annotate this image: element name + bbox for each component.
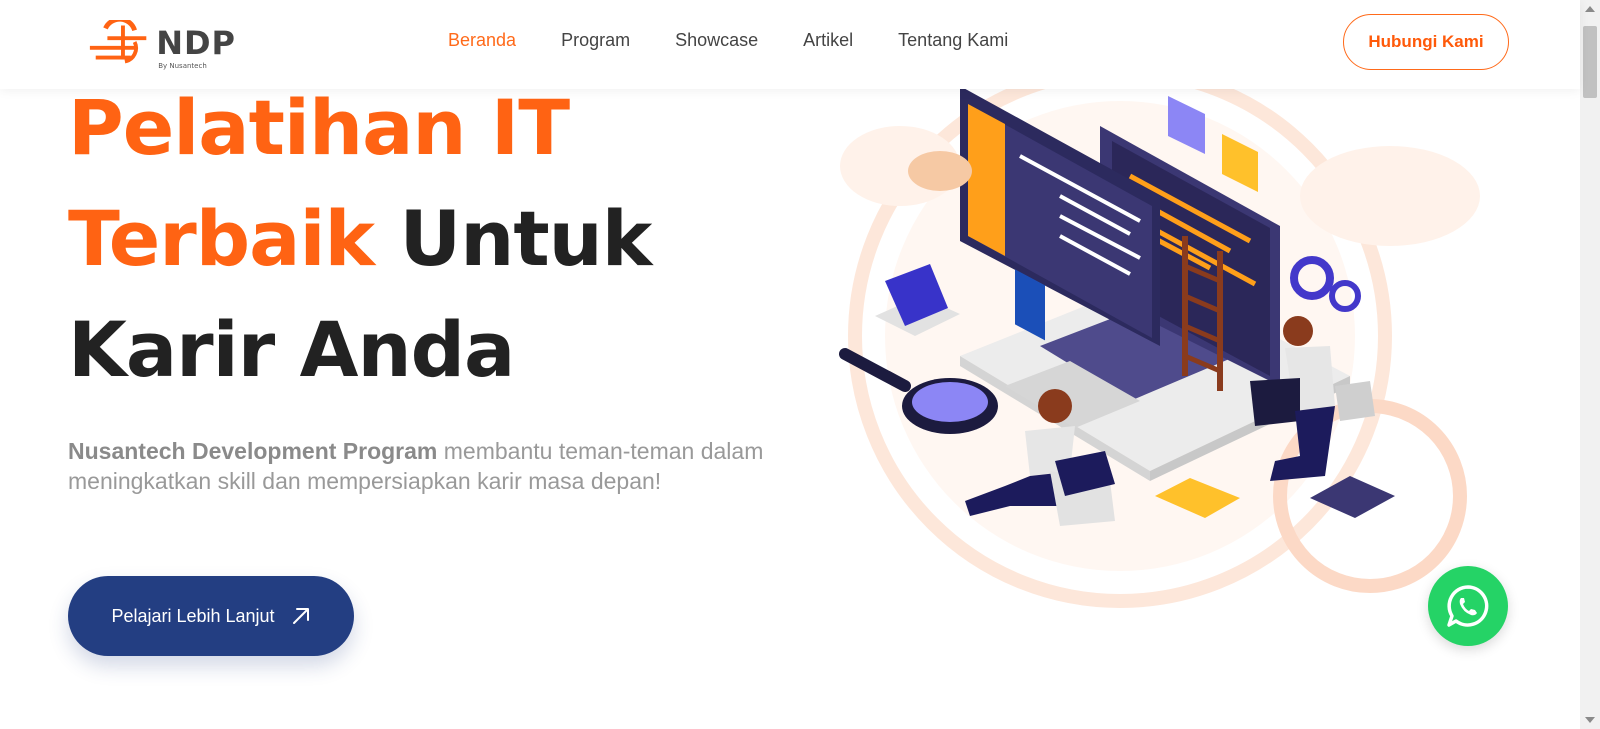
contact-button[interactable]: Hubungi Kami bbox=[1343, 14, 1509, 70]
nav-item-program[interactable]: Program bbox=[561, 30, 630, 51]
hero-title-accent: Terbaik bbox=[68, 194, 375, 283]
whatsapp-icon bbox=[1447, 585, 1489, 627]
nav-item-beranda[interactable]: Beranda bbox=[448, 30, 516, 51]
page-scrollbar[interactable] bbox=[1580, 0, 1600, 729]
scroll-thumb[interactable] bbox=[1583, 26, 1597, 98]
whatsapp-button[interactable] bbox=[1428, 566, 1508, 646]
hero-title-rest: Untuk bbox=[399, 194, 653, 283]
hero-title-line-2: Terbaik Untuk bbox=[68, 183, 788, 294]
nav-item-tentang-kami[interactable]: Tentang Kami bbox=[898, 30, 1008, 51]
main-nav: Beranda Program Showcase Artikel Tentang… bbox=[448, 30, 1053, 51]
scroll-down-arrow-icon[interactable] bbox=[1585, 717, 1595, 723]
laptop-coding-team-illustration bbox=[839, 86, 1480, 608]
logo-wordmark: NDP bbox=[156, 24, 236, 62]
learn-more-button[interactable]: Pelajari Lebih Lanjut bbox=[68, 576, 354, 656]
site-logo[interactable]: NDP By Nusantech bbox=[86, 18, 236, 70]
learn-more-label: Pelajari Lebih Lanjut bbox=[111, 605, 275, 626]
scroll-up-arrow-icon[interactable] bbox=[1585, 6, 1595, 12]
logo-tagline: By Nusantech bbox=[158, 62, 207, 70]
hero-title-line-3: Karir Anda bbox=[68, 305, 515, 394]
hero-description: Nusantech Development Program membantu t… bbox=[68, 436, 778, 496]
nav-item-artikel[interactable]: Artikel bbox=[803, 30, 853, 51]
nav-item-showcase[interactable]: Showcase bbox=[675, 30, 758, 51]
hero-description-program: Nusantech Development Program bbox=[68, 438, 438, 464]
site-header: NDP By Nusantech Beranda Program Showcas… bbox=[0, 0, 1580, 89]
hero-title: Pelatihan IT Terbaik Untuk Karir Anda bbox=[68, 72, 788, 405]
ndp-logo-icon bbox=[89, 20, 147, 64]
arrow-up-right-icon bbox=[292, 608, 309, 624]
